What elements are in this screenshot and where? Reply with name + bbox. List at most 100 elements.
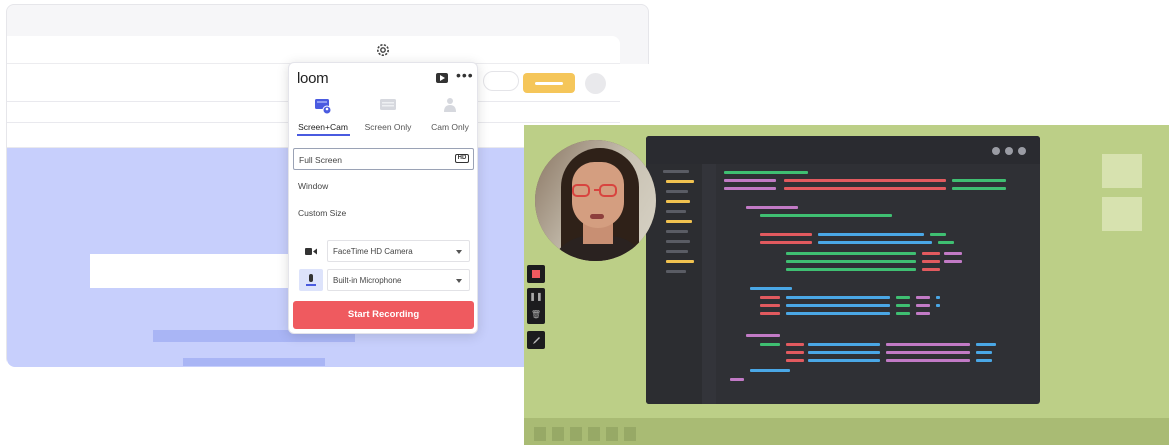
code-line bbox=[808, 343, 880, 346]
gear-icon[interactable] bbox=[372, 39, 394, 61]
code-line bbox=[896, 304, 910, 307]
mode-label: Screen+Cam bbox=[298, 122, 348, 132]
window-dot bbox=[1005, 147, 1013, 155]
code-line bbox=[976, 343, 996, 346]
code-line bbox=[938, 241, 954, 244]
code-line bbox=[886, 359, 970, 362]
mode-label: Screen Only bbox=[364, 122, 412, 132]
dock-item bbox=[570, 427, 582, 441]
pen-icon[interactable] bbox=[527, 331, 545, 349]
code-line bbox=[922, 260, 940, 263]
loom-recorder-popup: loom ••• Screen+Cam Screen Only Cam Only… bbox=[288, 62, 478, 334]
code-line bbox=[916, 296, 930, 299]
code-line bbox=[936, 304, 940, 307]
code-line bbox=[786, 343, 804, 346]
video-icon[interactable] bbox=[436, 73, 448, 83]
code-editor-window bbox=[646, 136, 1040, 404]
code-line bbox=[724, 171, 808, 174]
header-button-primary[interactable] bbox=[523, 73, 575, 93]
webcam-bubble[interactable] bbox=[535, 140, 656, 261]
code-line bbox=[952, 179, 1006, 182]
code-line bbox=[786, 304, 890, 307]
code-line bbox=[760, 304, 780, 307]
microphone-row: Built-in Microphone bbox=[299, 269, 470, 291]
option-label: Custom Size bbox=[298, 208, 347, 218]
desktop-tile bbox=[1102, 154, 1142, 188]
file-tree-line bbox=[666, 180, 694, 183]
code-line bbox=[922, 252, 940, 255]
mode-screen-only[interactable]: Screen Only bbox=[358, 97, 418, 132]
code-line bbox=[784, 187, 946, 190]
code-line bbox=[750, 369, 790, 372]
code-line bbox=[896, 312, 910, 315]
file-tree-line bbox=[666, 200, 690, 203]
option-label: Full Screen bbox=[299, 155, 342, 165]
code-line bbox=[886, 343, 970, 346]
file-tree-line bbox=[666, 210, 686, 213]
code-line bbox=[760, 343, 780, 346]
pen-icon-svg bbox=[532, 336, 540, 344]
loom-logo: loom bbox=[297, 70, 329, 87]
code-line bbox=[952, 187, 1006, 190]
option-full-screen[interactable]: Full Screen HD bbox=[293, 148, 474, 170]
glasses-lens bbox=[572, 184, 590, 197]
screen-cam-icon-svg bbox=[315, 99, 332, 115]
avatar[interactable] bbox=[585, 73, 606, 94]
glasses-bridge bbox=[594, 189, 600, 191]
code-line bbox=[786, 252, 916, 255]
file-tree-line bbox=[663, 170, 689, 173]
code-line bbox=[746, 334, 780, 337]
hero-text-bar bbox=[183, 358, 325, 366]
code-line bbox=[746, 206, 798, 209]
gear-icon-svg bbox=[377, 44, 389, 56]
desktop-tile bbox=[1102, 197, 1142, 231]
file-tree-line bbox=[666, 250, 688, 253]
microphone-select[interactable]: Built-in Microphone bbox=[327, 269, 470, 291]
camera-row: FaceTime HD Camera bbox=[299, 240, 470, 262]
file-tree-line bbox=[666, 240, 690, 243]
option-custom-size[interactable]: Custom Size bbox=[293, 202, 474, 224]
editor-titlebar bbox=[646, 136, 1040, 164]
person-icon bbox=[441, 97, 459, 113]
code-line bbox=[922, 268, 940, 271]
stop-icon[interactable] bbox=[527, 265, 545, 283]
window-dot bbox=[992, 147, 1000, 155]
dock-item bbox=[552, 427, 564, 441]
option-window[interactable]: Window bbox=[293, 175, 474, 197]
header-button-outline[interactable] bbox=[483, 71, 519, 91]
screen-cam-icon bbox=[314, 97, 332, 115]
pause-icon[interactable]: ❚❚ bbox=[527, 288, 545, 306]
code-line bbox=[784, 179, 946, 182]
code-line bbox=[760, 296, 780, 299]
code-line bbox=[896, 296, 910, 299]
code-line bbox=[730, 378, 744, 381]
code-line bbox=[916, 312, 930, 315]
code-line bbox=[760, 241, 812, 244]
code-line bbox=[786, 296, 890, 299]
code-line bbox=[786, 359, 804, 362]
code-line bbox=[786, 260, 916, 263]
file-tree-line bbox=[666, 260, 694, 263]
file-tree-line bbox=[666, 230, 688, 233]
code-line bbox=[750, 287, 792, 290]
start-recording-button[interactable]: Start Recording bbox=[293, 301, 474, 329]
code-line bbox=[760, 214, 892, 217]
mode-screen-cam[interactable]: Screen+Cam bbox=[293, 97, 353, 132]
dock-item bbox=[606, 427, 618, 441]
trash-icon[interactable]: 🗑 bbox=[527, 306, 545, 324]
camera-select[interactable]: FaceTime HD Camera bbox=[327, 240, 470, 262]
screen-icon-svg bbox=[380, 99, 396, 110]
code-line bbox=[808, 351, 880, 354]
dock-bar bbox=[524, 418, 1169, 445]
hd-badge: HD bbox=[455, 154, 469, 163]
glasses-lens bbox=[599, 184, 617, 197]
mode-cam-only[interactable]: Cam Only bbox=[420, 97, 480, 132]
code-line bbox=[818, 233, 924, 236]
code-line bbox=[786, 312, 890, 315]
more-icon[interactable]: ••• bbox=[456, 67, 474, 83]
code-line bbox=[944, 260, 962, 263]
file-tree-line bbox=[666, 190, 688, 193]
code-line bbox=[818, 241, 932, 244]
code-line bbox=[936, 296, 940, 299]
webcam-person-mouth bbox=[590, 214, 604, 219]
